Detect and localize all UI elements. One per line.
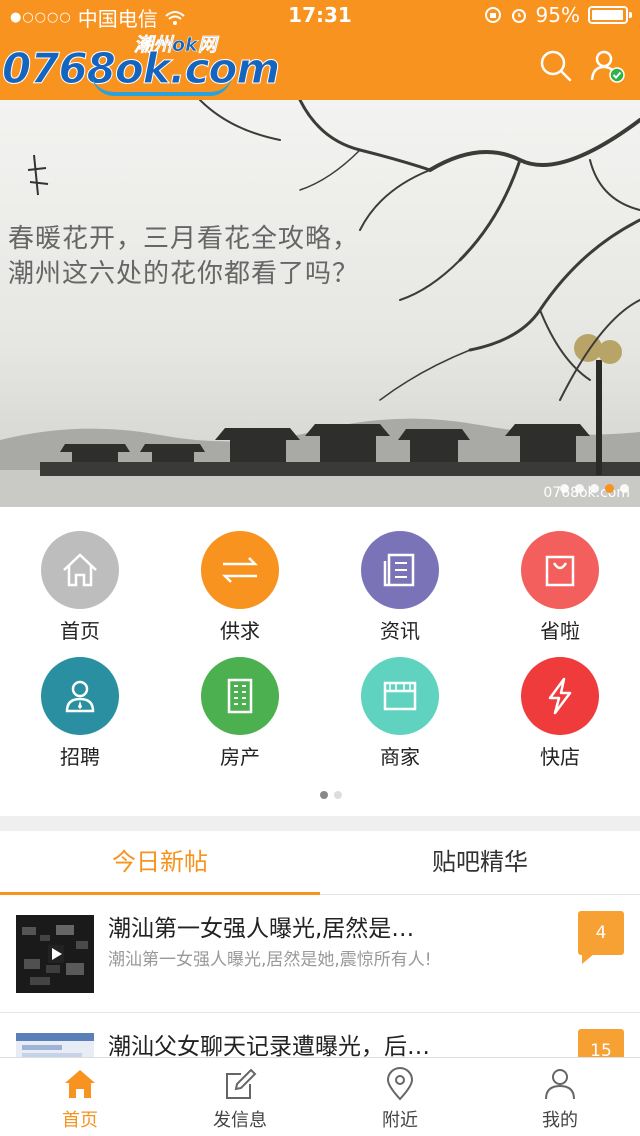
- status-bar: ●○○○○ 中国电信 17:31 95%: [0, 0, 640, 31]
- status-right: 95%: [484, 3, 632, 27]
- category-icon-bg: [41, 531, 119, 609]
- category-label: 房产: [220, 745, 260, 769]
- feed-tabs: 今日新帖 贴吧精华: [0, 831, 640, 895]
- video-thumbnail: [16, 915, 94, 993]
- category-icon-bg: [201, 531, 279, 609]
- site-logo[interactable]: 潮州ok网 0768ok.com: [1, 30, 281, 98]
- list-item[interactable]: 潮汕第一女强人曝光,居然是… 潮汕第一女强人曝光,居然是她,震惊所有人! 4: [0, 895, 640, 1013]
- tab-new-posts[interactable]: 今日新帖: [0, 831, 320, 895]
- person-icon: [65, 680, 95, 713]
- nav-home[interactable]: 首页: [0, 1058, 160, 1136]
- comment-count-badge: 15: [578, 1029, 624, 1057]
- post-title: 潮汕父女聊天记录遭曝光，后…: [108, 1034, 430, 1057]
- category-jobs[interactable]: 招聘: [0, 657, 160, 777]
- list-item[interactable]: 潮汕父女聊天记录遭曝光，后… 15: [0, 1013, 640, 1057]
- category-label: 资讯: [380, 619, 420, 643]
- category-icon-bg: [361, 531, 439, 609]
- banner-scene: [0, 100, 640, 507]
- shopping-bag-icon: [545, 555, 575, 587]
- exchange-icon: [221, 557, 259, 583]
- location-icon: [386, 1067, 414, 1101]
- post-thumbnail: [16, 1033, 94, 1057]
- post-summary: 潮汕第一女强人曝光,居然是她,震惊所有人!: [108, 950, 432, 970]
- page-dot-active[interactable]: [320, 791, 328, 799]
- category-icon-bg: [361, 657, 439, 735]
- category-quick-shop[interactable]: 快店: [480, 657, 640, 777]
- nav-nearby[interactable]: 附近: [320, 1058, 480, 1136]
- nav-label: 发信息: [213, 1110, 267, 1131]
- nav-label: 我的: [542, 1110, 578, 1131]
- banner-pagination[interactable]: [560, 484, 629, 493]
- battery-icon: [588, 6, 632, 24]
- category-icon-bg: [41, 657, 119, 735]
- chat-screenshot-thumbnail: [16, 1033, 94, 1057]
- user-verified-icon[interactable]: [590, 48, 626, 84]
- lightning-icon: [548, 677, 572, 715]
- banner-dot[interactable]: [620, 484, 629, 493]
- nav-post[interactable]: 发信息: [160, 1058, 320, 1136]
- logo-swoosh: [92, 74, 232, 96]
- news-icon: [383, 553, 415, 587]
- building-icon: [227, 678, 253, 714]
- rotation-lock-icon: [484, 7, 501, 23]
- banner-dot-active[interactable]: [605, 484, 614, 493]
- banner-dot[interactable]: [590, 484, 599, 493]
- search-icon[interactable]: [538, 48, 574, 84]
- edit-icon: [226, 1068, 257, 1099]
- banner-caption-line1: 春暖花开，三月看花全攻略，: [8, 224, 360, 254]
- nav-label: 首页: [62, 1110, 98, 1131]
- battery-percent: 95%: [535, 3, 580, 27]
- store-icon: [383, 681, 417, 711]
- category-savings[interactable]: 省啦: [480, 531, 640, 651]
- category-news[interactable]: 资讯: [320, 531, 480, 651]
- category-merchants[interactable]: 商家: [320, 657, 480, 777]
- banner-caption: 春暖花开，三月看花全攻略， 潮州这六处的花你都看了吗？: [8, 222, 359, 292]
- home-icon: [65, 1070, 95, 1098]
- category-label: 商家: [380, 745, 420, 769]
- home-icon: [63, 553, 97, 587]
- category-real-estate[interactable]: 房产: [160, 657, 320, 777]
- nav-label: 附近: [382, 1110, 418, 1131]
- category-icon-bg: [201, 657, 279, 735]
- category-icon-bg: [521, 657, 599, 735]
- nav-me[interactable]: 我的: [480, 1058, 640, 1136]
- category-home[interactable]: 首页: [0, 531, 160, 651]
- comment-count-badge: 4: [578, 911, 624, 964]
- tab-featured[interactable]: 贴吧精华: [320, 831, 640, 895]
- app-header: 潮州ok网 0768ok.com: [0, 30, 640, 100]
- alarm-icon: [511, 9, 526, 23]
- post-list: 潮汕第一女强人曝光,居然是… 潮汕第一女强人曝光,居然是她,震惊所有人! 4 潮…: [0, 895, 640, 1057]
- post-title: 潮汕第一女强人曝光,居然是…: [108, 916, 415, 942]
- category-grid: 首页 供求 资讯 省啦 招聘 房产 商家 快店: [0, 507, 640, 816]
- banner-dot[interactable]: [560, 484, 569, 493]
- post-thumbnail: [16, 915, 94, 993]
- banner-caption-line2: 潮州这六处的花你都看了吗？: [8, 259, 360, 289]
- category-label: 招聘: [60, 745, 100, 769]
- bottom-nav: 首页 发信息 附近 我的: [0, 1057, 640, 1136]
- page-dot[interactable]: [334, 791, 342, 799]
- category-pagination[interactable]: [320, 791, 342, 799]
- profile-icon: [545, 1069, 575, 1100]
- banner-dot[interactable]: [575, 484, 584, 493]
- category-label: 省啦: [540, 619, 580, 643]
- category-supply-demand[interactable]: 供求: [160, 531, 320, 651]
- category-label: 供求: [220, 619, 260, 643]
- hero-banner[interactable]: 春暖花开，三月看花全攻略， 潮州这六处的花你都看了吗？ 0768ok.com: [0, 100, 640, 507]
- category-icon-bg: [521, 531, 599, 609]
- category-label: 首页: [60, 619, 100, 643]
- category-label: 快店: [540, 745, 580, 769]
